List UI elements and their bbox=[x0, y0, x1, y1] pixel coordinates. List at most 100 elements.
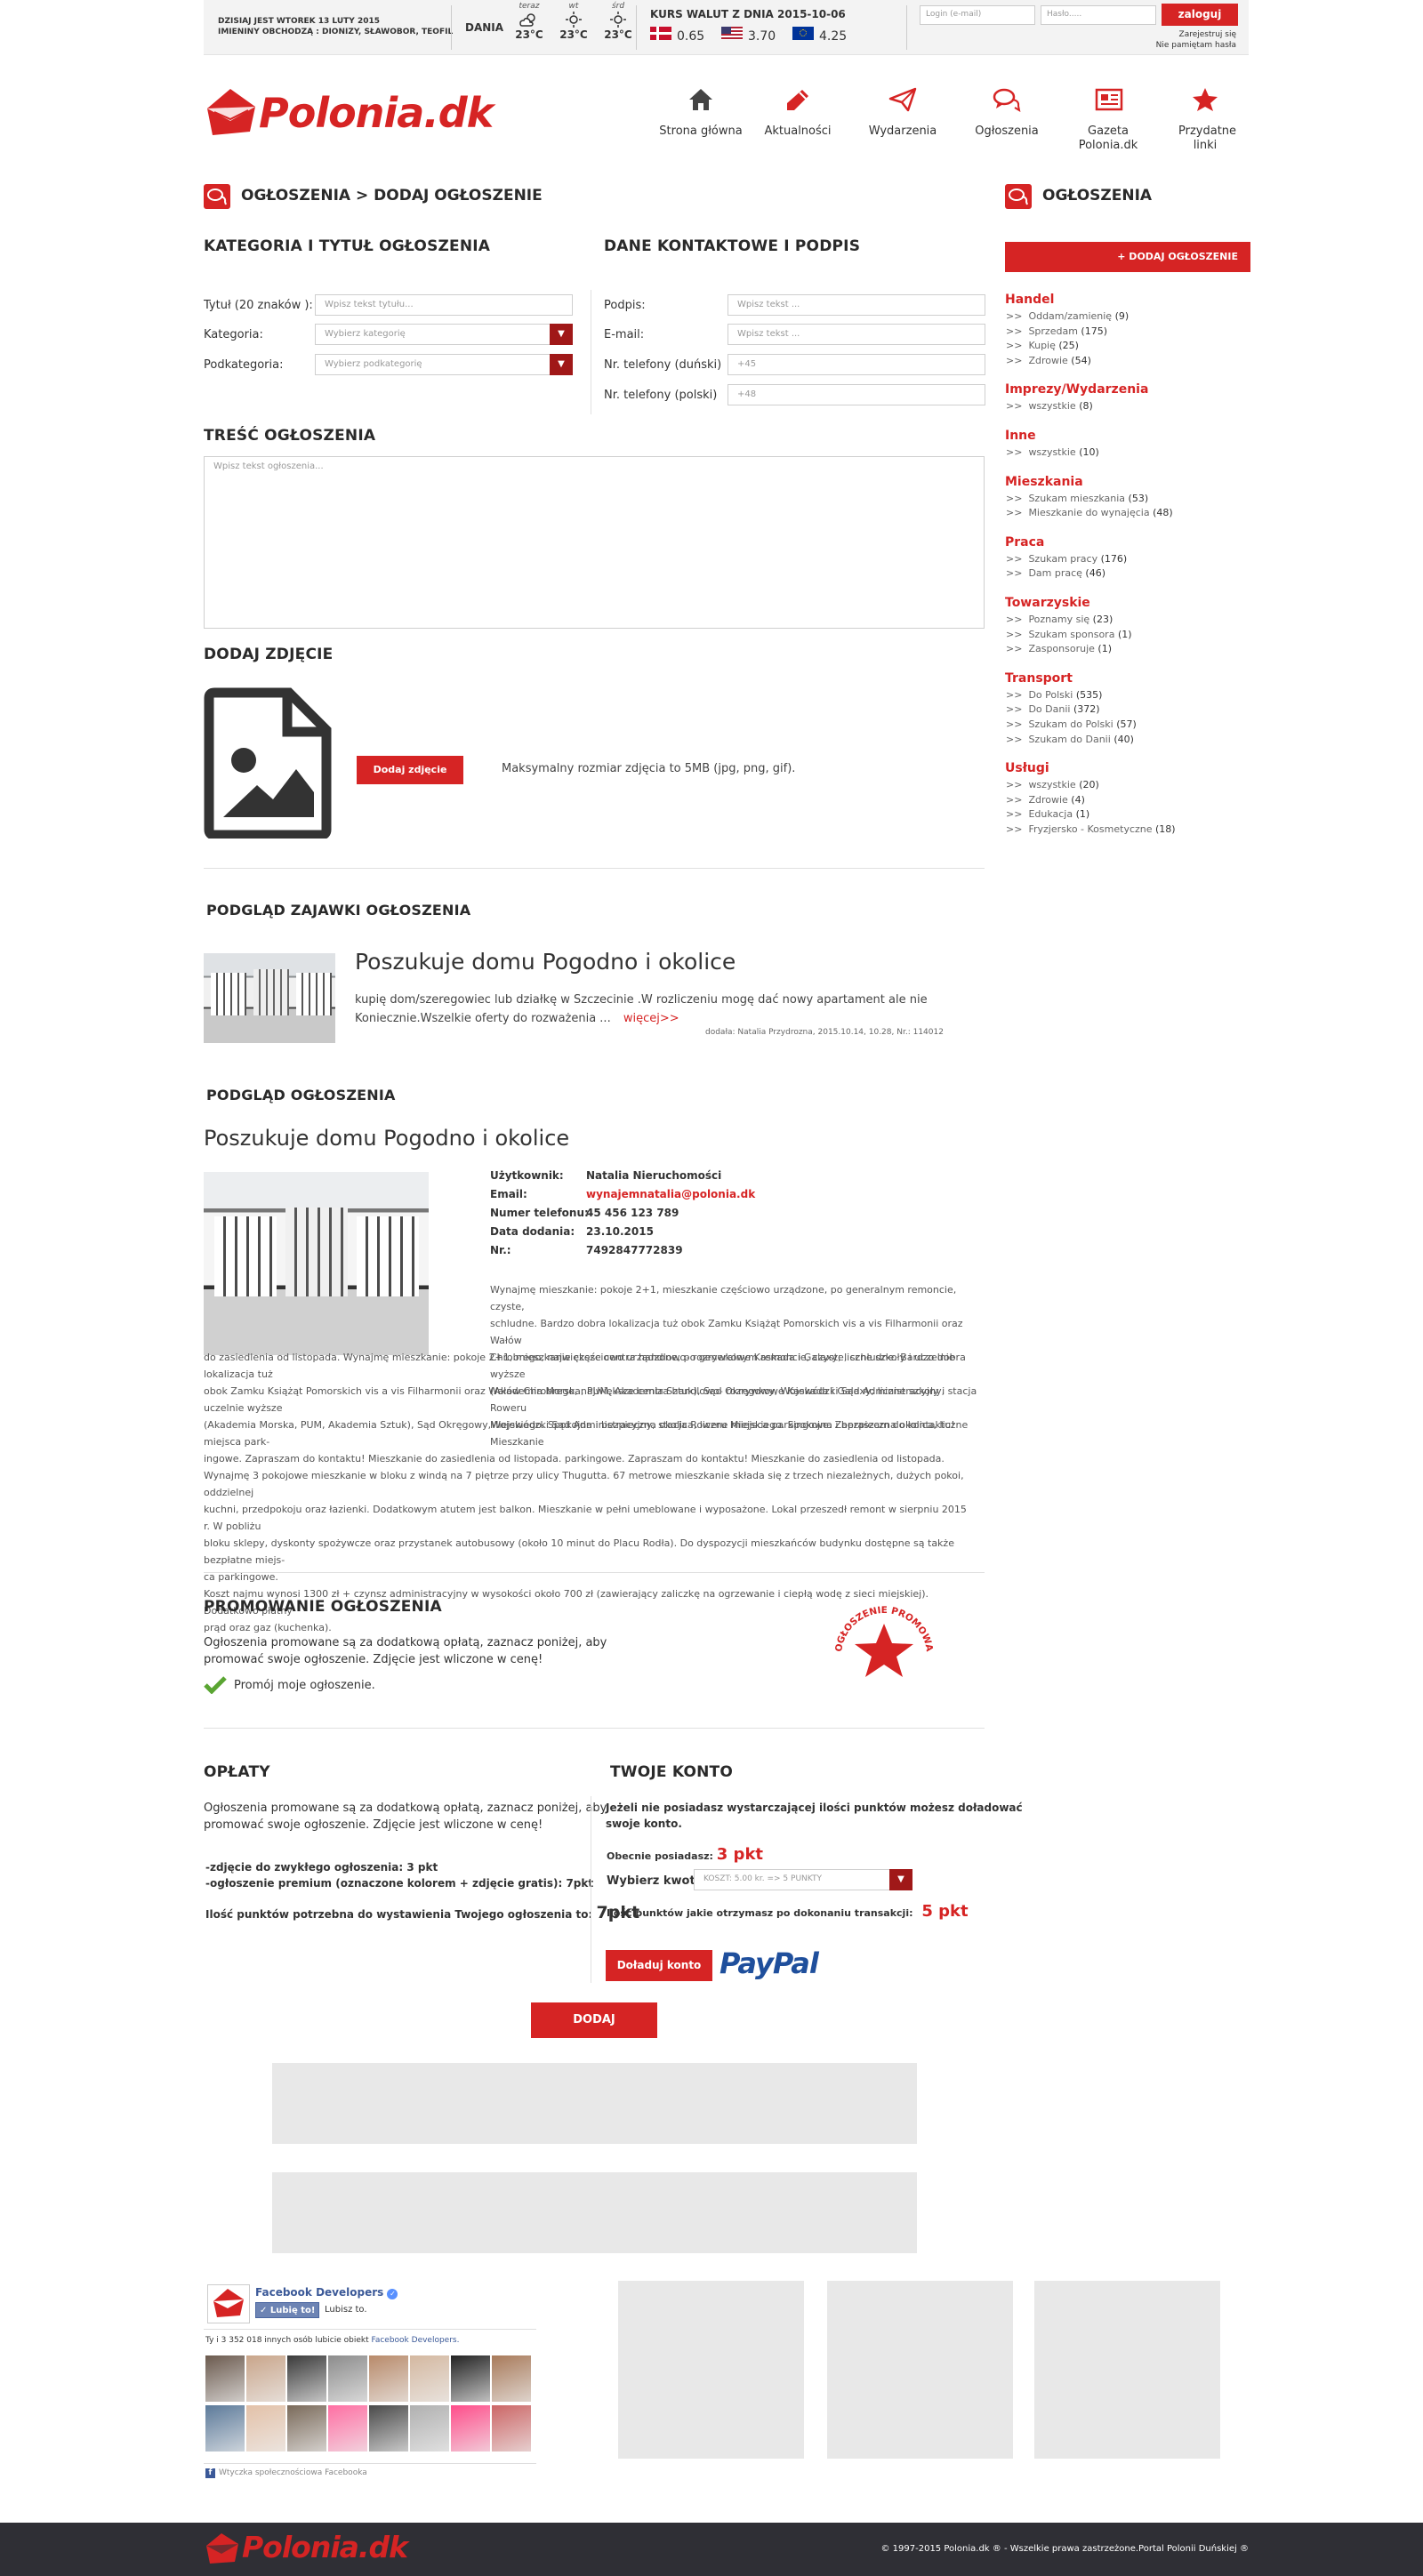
footer-logo[interactable]: Polonia.dk bbox=[242, 2530, 408, 2564]
sidebar-item-count: (1) bbox=[1117, 628, 1132, 640]
sidebar-item[interactable]: >> Oddam/zamienię (9) bbox=[1006, 310, 1129, 322]
fan-avatar[interactable] bbox=[287, 2405, 326, 2452]
facebook-like-button[interactable]: ✓ Lubię to! bbox=[255, 2302, 319, 2318]
signature-input[interactable]: Wpisz tekst ... bbox=[728, 294, 985, 316]
email-input[interactable]: Wpisz tekst ... bbox=[728, 324, 985, 345]
fan-avatar[interactable] bbox=[492, 2355, 531, 2402]
top-up-button[interactable]: Doładuj konto bbox=[606, 1950, 712, 1981]
short-preview-title[interactable]: Poszukuje domu Pogodno i okolice bbox=[355, 949, 736, 975]
sidebar-category[interactable]: Transport bbox=[1005, 671, 1073, 686]
fan-avatar[interactable] bbox=[287, 2355, 326, 2402]
sidebar-category[interactable]: Towarzyskie bbox=[1005, 596, 1090, 610]
forgot-password-link[interactable]: Nie pamiętam hasła bbox=[1156, 40, 1236, 51]
nav-ads[interactable]: Ogłoszenia bbox=[958, 87, 1056, 139]
chevron-right-icon: >> bbox=[1006, 614, 1023, 625]
photo-size-hint: Maksymalny rozmiar zdjęcia to 5MB (jpg, … bbox=[502, 762, 796, 775]
sidebar-category[interactable]: Inne bbox=[1005, 429, 1036, 443]
fan-avatar[interactable] bbox=[246, 2405, 285, 2452]
ad-banner[interactable] bbox=[1034, 2281, 1220, 2459]
nav-links[interactable]: Przydatne linki bbox=[1156, 87, 1254, 153]
fan-avatar[interactable] bbox=[492, 2405, 531, 2452]
fan-avatar[interactable] bbox=[369, 2355, 408, 2402]
sidebar-item[interactable]: >> Szukam do Danii (40) bbox=[1006, 734, 1134, 745]
sidebar-item[interactable]: >> Edukacja (1) bbox=[1006, 808, 1089, 820]
password-input[interactable]: Hasło..... bbox=[1041, 5, 1156, 25]
sidebar-item[interactable]: >> Szukam do Polski (57) bbox=[1006, 718, 1137, 730]
fan-avatar[interactable] bbox=[369, 2405, 408, 2452]
sidebar-category[interactable]: Praca bbox=[1005, 535, 1044, 550]
sidebar-item[interactable]: >> Szukam pracy (176) bbox=[1006, 553, 1127, 565]
sidebar-item[interactable]: >> Szukam sponsora (1) bbox=[1006, 629, 1132, 640]
sidebar-item[interactable]: >> Kupię (25) bbox=[1006, 340, 1079, 351]
fan-avatar[interactable] bbox=[205, 2355, 245, 2402]
sidebar-item[interactable]: >> Zdrowie (54) bbox=[1006, 355, 1091, 366]
facebook-page-link[interactable]: Facebook Developers. bbox=[371, 2336, 459, 2345]
sidebar-item[interactable]: >> Sprzedam (175) bbox=[1006, 325, 1107, 337]
sidebar-category[interactable]: Mieszkania bbox=[1005, 475, 1083, 489]
photo-heading: DODAJ ZDJĘCIE bbox=[204, 646, 334, 663]
nav-events[interactable]: Wydarzenia bbox=[854, 87, 952, 139]
ad-banner[interactable] bbox=[827, 2281, 1013, 2459]
ad-banner[interactable] bbox=[618, 2281, 804, 2459]
fan-avatar[interactable] bbox=[328, 2405, 367, 2452]
fan-avatar[interactable] bbox=[410, 2355, 449, 2402]
nav-home[interactable]: Strona główna bbox=[652, 87, 750, 139]
login-button[interactable]: zaloguj bbox=[1162, 4, 1238, 26]
fan-avatar[interactable] bbox=[451, 2405, 490, 2452]
account-warning: Jeżeli nie posiadasz wystarczającej iloś… bbox=[606, 1802, 1023, 1814]
sidebar-item[interactable]: >> Fryzjersko - Kosmetyczne (18) bbox=[1006, 823, 1176, 835]
sidebar-category[interactable]: Handel bbox=[1005, 293, 1054, 307]
ad-banner[interactable] bbox=[272, 2172, 917, 2253]
sidebar-item[interactable]: >> Do Danii (372) bbox=[1006, 703, 1100, 715]
amount-select[interactable]: KOSZT: 5.00 kr. => 5 PUNKTY ▼ bbox=[694, 1869, 912, 1890]
add-photo-button[interactable]: Dodaj zdjęcie bbox=[357, 756, 463, 784]
sidebar-item[interactable]: >> wszystkie (10) bbox=[1006, 446, 1099, 458]
category-select[interactable]: Wybierz kategorię ▼ bbox=[315, 324, 573, 345]
sidebar-item-label: Szukam do Polski bbox=[1028, 718, 1113, 730]
sidebar-item[interactable]: >> Mieszkanie do wynajęcia (48) bbox=[1006, 507, 1173, 518]
sidebar-item[interactable]: >> wszystkie (20) bbox=[1006, 779, 1099, 790]
sidebar-item-count: (1) bbox=[1097, 643, 1113, 655]
login-input[interactable]: Login (e-mail) bbox=[920, 5, 1035, 25]
email-link[interactable]: wynajemnatalia@polonia.dk bbox=[586, 1188, 755, 1200]
sidebar-item[interactable]: >> Dam pracę (46) bbox=[1006, 567, 1105, 579]
weather-day-label: wt bbox=[568, 2, 579, 11]
sidebar-item[interactable]: >> wszystkie (8) bbox=[1006, 400, 1093, 412]
detail-row: Nr.: 7492847772839 bbox=[490, 1244, 935, 1262]
fan-avatar[interactable] bbox=[246, 2355, 285, 2402]
sidebar-item[interactable]: >> Do Polski (535) bbox=[1006, 689, 1102, 701]
sidebar-item-label: wszystkie bbox=[1028, 779, 1076, 791]
register-link[interactable]: Zarejestruj się bbox=[1156, 29, 1236, 40]
fan-avatar[interactable] bbox=[205, 2405, 245, 2452]
ad-banner[interactable] bbox=[272, 2063, 917, 2144]
house-thumbnail[interactable] bbox=[204, 953, 335, 1043]
subcategory-select[interactable]: Wybierz podkategorię ▼ bbox=[315, 354, 573, 375]
sidebar-item-label: wszystkie bbox=[1028, 446, 1076, 458]
nav-news[interactable]: Aktualności bbox=[749, 87, 847, 139]
site-logo[interactable]: Polonia.dk bbox=[204, 87, 506, 142]
sidebar-category[interactable]: Imprezy/Wydarzenia bbox=[1005, 382, 1148, 397]
sidebar-item[interactable]: >> Poznamy się (23) bbox=[1006, 614, 1113, 625]
promo-checkbox[interactable]: Promój moje ogłoszenie. bbox=[204, 1676, 435, 1696]
sidebar-item-count: (25) bbox=[1058, 340, 1079, 352]
paypal-logo[interactable]: PayPal bbox=[720, 1946, 819, 1980]
facebook-page-name[interactable]: Facebook Developers ✓ bbox=[255, 2286, 398, 2299]
more-link[interactable]: więcej>> bbox=[623, 1012, 679, 1025]
submit-ad-button[interactable]: DODAJ OGŁOSZENIE bbox=[531, 2002, 657, 2062]
title-input[interactable]: Wpisz tekst tytułu... bbox=[315, 294, 573, 316]
fan-avatar[interactable] bbox=[410, 2405, 449, 2452]
envelope-logo-icon bbox=[206, 2533, 238, 2564]
sidebar-item-count: (10) bbox=[1079, 446, 1099, 458]
cloud-sun-icon bbox=[519, 13, 535, 27]
fan-avatar[interactable] bbox=[328, 2355, 367, 2402]
fan-avatar[interactable] bbox=[451, 2355, 490, 2402]
phone-dk-input[interactable]: +45 bbox=[728, 354, 985, 375]
content-textarea[interactable]: Wpisz tekst ogłoszenia... bbox=[204, 456, 985, 629]
nav-newspaper[interactable]: Gazeta Polonia.dk bbox=[1059, 87, 1157, 153]
phone-pl-input[interactable]: +48 bbox=[728, 384, 985, 405]
sidebar-item[interactable]: >> Zdrowie (4) bbox=[1006, 794, 1085, 806]
sidebar-item[interactable]: >> Szukam mieszkania (53) bbox=[1006, 493, 1148, 504]
sidebar-add-button[interactable]: + DODAJ OGŁOSZENIE bbox=[1005, 242, 1250, 272]
sidebar-item[interactable]: >> Zasponsoruje (1) bbox=[1006, 643, 1112, 654]
sidebar-category[interactable]: Usługi bbox=[1005, 761, 1049, 775]
